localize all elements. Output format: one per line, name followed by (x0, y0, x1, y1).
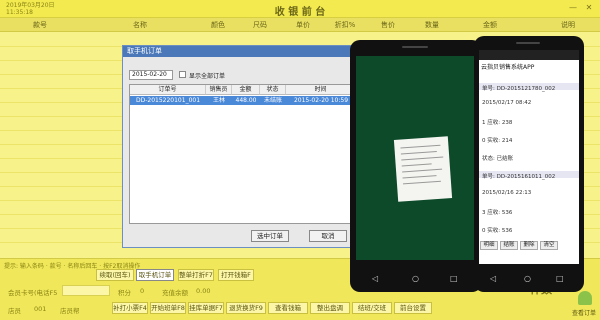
clear-button[interactable]: 清空 (540, 241, 558, 250)
date-select[interactable]: 2015-02-20 (129, 70, 173, 80)
th-order-no: 订单号 (130, 85, 206, 95)
col-note: 说明 (561, 21, 575, 29)
select-order-button[interactable]: 选中订单 (251, 230, 289, 242)
th-time: 时间 (286, 85, 356, 95)
receipt-image (393, 136, 453, 202)
app-title: 云指贝销售系统APP (481, 64, 535, 71)
detail-button[interactable]: 明细 (480, 241, 498, 250)
order-paid: 0 实收: 214 (482, 138, 513, 144)
order-id[interactable]: 单号: DD-2015161011_002 (482, 172, 555, 180)
order-status: 状态: 已结账 (482, 156, 514, 162)
points-value: 0 (140, 287, 145, 295)
th-salesperson: 销售员 (206, 85, 232, 95)
col-color: 颜色 (211, 21, 225, 29)
front-settings-button[interactable]: 前台设置 (394, 302, 432, 314)
col-name: 名称 (133, 21, 147, 29)
phone-app: 云指贝销售系统APP 单号: DD-2015121780_002 2015/02… (474, 36, 584, 292)
cell-amount: 448.00 (235, 97, 257, 104)
col-price: 单价 (296, 21, 310, 29)
open-cashbox-button[interactable]: 打开钱箱F (218, 269, 254, 281)
cancel-button[interactable]: 取消 (309, 230, 347, 242)
order-qty: 1 应收: 238 (482, 120, 513, 126)
window-title: 收 银 前 台 (274, 7, 326, 18)
sales-value: 001 (34, 305, 47, 313)
home-icon[interactable]: ○ (524, 274, 531, 283)
return-exchange-button[interactable]: 退货换货F9 (226, 302, 266, 314)
th-amount: 金额 (232, 85, 260, 95)
start-shift-button[interactable]: 开始班单F8 (150, 302, 186, 314)
checkout-button[interactable]: 结账 (500, 241, 518, 250)
member-input[interactable] (62, 285, 110, 296)
staff-value: 店员帮 (60, 307, 80, 315)
col-sale-price: 售价 (381, 21, 395, 29)
col-discount: 折扣% (334, 21, 356, 29)
home-icon[interactable]: ○ (412, 274, 419, 283)
view-orders-label: 查看订单 (572, 310, 597, 317)
close-icon[interactable]: ✕ (584, 3, 594, 13)
show-all-checkbox[interactable] (179, 71, 186, 78)
col-amount: 金额 (483, 21, 497, 29)
col-sku: 款号 (33, 21, 47, 29)
show-all-label: 显示全部订单 (189, 73, 226, 80)
fetch-mobile-order-button[interactable]: 取手机订单 (136, 269, 174, 281)
android-icon[interactable] (578, 291, 592, 305)
continue-button[interactable]: 续取(回车) (96, 269, 134, 281)
order-date: 2015/02/17 08:42 (482, 100, 532, 106)
mobile-order-dialog: 取手机订单 2015-02-20 显示全部订单 订单号 销售员 金额 状态 时间… (122, 45, 362, 248)
scanner-screen (356, 56, 476, 260)
order-id[interactable]: 单号: DD-2015121780_002 (482, 84, 555, 92)
cell-order-no: DD-2015220101_001 (135, 97, 201, 104)
app-screen: 云指贝销售系统APP 单号: DD-2015121780_002 2015/02… (479, 50, 579, 264)
back-icon[interactable]: ◁ (372, 274, 378, 283)
view-cashbox-button[interactable]: 查看钱箱 (268, 302, 308, 314)
status-bar (479, 50, 579, 60)
order-table: 订单号 销售员 金额 状态 时间 DD-2015220101_001 王林 44… (129, 84, 357, 224)
adjust-button[interactable]: 整出盘调 (310, 302, 350, 314)
points-label: 积分 (118, 289, 131, 297)
table-header: 款号 名称 颜色 尺码 单价 折扣% 售价 数量 金额 说明 (0, 18, 600, 32)
th-status: 状态 (260, 85, 286, 95)
member-label: 会员卡号(电话F5 (8, 289, 58, 297)
order-paid: 0 实收: 536 (482, 228, 513, 234)
col-qty: 数量 (425, 21, 439, 29)
balance-label: 充值余额 (162, 289, 188, 297)
back-icon[interactable]: ◁ (490, 274, 496, 283)
reprint-receipt-button[interactable]: 补打小票F4 (112, 302, 148, 314)
delete-button[interactable]: 删除 (520, 241, 538, 250)
order-date: 2015/02/16 22:13 (482, 190, 532, 196)
cell-salesperson: 王林 (212, 97, 225, 104)
col-size: 尺码 (253, 21, 267, 29)
balance-value: 0.00 (196, 287, 211, 295)
sales-label: 店员 (8, 307, 21, 315)
hold-order-button[interactable]: 挂库单据F7 (188, 302, 224, 314)
order-qty: 3 应收: 536 (482, 210, 513, 216)
title-bar: 2019年03月20日 11:35:18 收 银 前 台 — ✕ (0, 0, 600, 18)
minimize-icon[interactable]: — (568, 3, 578, 13)
cell-status: 未结账 (263, 97, 282, 104)
recent-icon[interactable]: □ (556, 274, 564, 283)
recent-icon[interactable]: □ (450, 274, 458, 283)
dialog-title: 取手机订单 (123, 46, 361, 57)
cell-time: 2015-02-20 10:59 (293, 97, 349, 104)
whole-discount-button[interactable]: 整单打折F7 (178, 269, 214, 281)
shift-handover-button[interactable]: 结班/交班 (352, 302, 392, 314)
phone-scanner: ◁ ○ □ (350, 40, 482, 292)
